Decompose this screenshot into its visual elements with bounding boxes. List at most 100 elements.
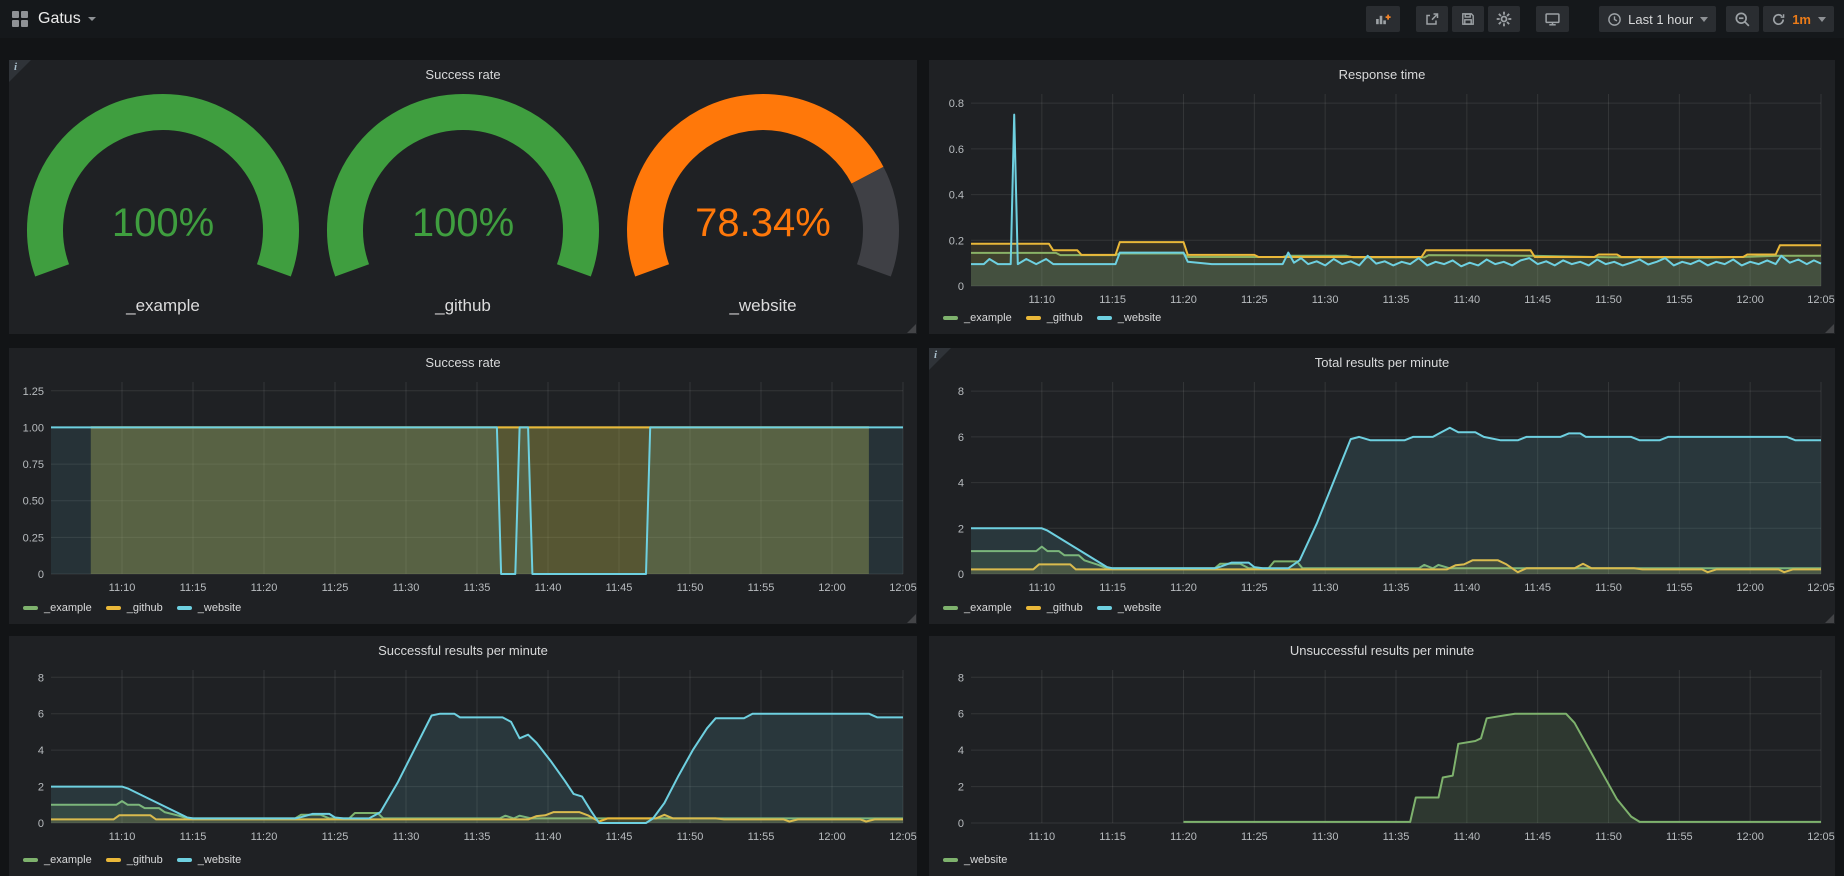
gauge-rest-arc bbox=[868, 175, 881, 270]
dashboard-grid-icon[interactable] bbox=[12, 11, 28, 27]
y-tick-label: 8 bbox=[958, 386, 964, 398]
series-area bbox=[1184, 714, 1822, 823]
y-tick-label: 8 bbox=[958, 672, 964, 684]
response-time-chart[interactable]: 11:1011:1511:2011:2511:3011:3511:4011:45… bbox=[929, 60, 1835, 334]
y-tick-label: 6 bbox=[958, 432, 964, 444]
panel-resize-handle[interactable] bbox=[1825, 614, 1834, 623]
y-tick-label: 2 bbox=[958, 782, 964, 794]
panel-successful-results: Successful results per minute 11:1011:15… bbox=[9, 636, 917, 876]
legend-item[interactable]: _example bbox=[23, 602, 92, 614]
series-area bbox=[51, 427, 903, 574]
x-tick-label: 11:40 bbox=[1453, 294, 1480, 306]
legend-item[interactable]: _github bbox=[1026, 312, 1083, 324]
panel-title[interactable]: Success rate bbox=[9, 67, 917, 82]
chevron-down-icon bbox=[1818, 17, 1826, 22]
panel-total-results: i Total results per minute 11:1011:1511:… bbox=[929, 348, 1835, 624]
zoom-out-icon bbox=[1734, 11, 1751, 28]
x-tick-label: 11:50 bbox=[677, 831, 704, 843]
grid-lines bbox=[971, 670, 1821, 823]
x-tick-label: 11:20 bbox=[1170, 294, 1197, 306]
gauge-label: _website bbox=[613, 296, 913, 316]
panel-title[interactable]: Success rate bbox=[9, 355, 917, 370]
legend-item[interactable]: _github bbox=[106, 854, 163, 866]
panel-title[interactable]: Response time bbox=[929, 67, 1835, 82]
info-icon: i bbox=[934, 349, 937, 361]
chart-legend: _example _github _website bbox=[23, 854, 255, 866]
y-tick-label: 4 bbox=[38, 745, 44, 757]
save-button[interactable] bbox=[1452, 6, 1484, 32]
y-tick-label: 0.8 bbox=[949, 98, 964, 110]
tv-mode-button[interactable] bbox=[1536, 6, 1569, 32]
legend-item[interactable]: _example bbox=[943, 312, 1012, 324]
legend-label: _website bbox=[964, 854, 1007, 866]
x-tick-label: 11:15 bbox=[180, 831, 207, 843]
legend-swatch bbox=[106, 858, 121, 862]
legend-swatch bbox=[1097, 606, 1112, 610]
info-icon: i bbox=[14, 61, 17, 73]
x-tick-label: 11:10 bbox=[1028, 294, 1055, 306]
legend-item[interactable]: _website bbox=[177, 854, 241, 866]
x-tick-label: 12:05 bbox=[889, 582, 917, 594]
successful-results-chart[interactable]: 11:1011:1511:2011:2511:3011:3511:4011:45… bbox=[9, 636, 917, 876]
panel-resize-handle[interactable] bbox=[907, 614, 916, 623]
panel-title[interactable]: Unsuccessful results per minute bbox=[929, 643, 1835, 658]
y-tick-label: 2 bbox=[958, 523, 964, 535]
legend-label: _website bbox=[1118, 312, 1161, 324]
x-tick-label: 11:40 bbox=[535, 582, 562, 594]
y-tick-label: 0.6 bbox=[949, 144, 964, 156]
total-results-chart[interactable]: 11:1011:1511:2011:2511:3011:3511:4011:45… bbox=[929, 348, 1835, 624]
legend-item[interactable]: _github bbox=[106, 602, 163, 614]
panel-info-corner[interactable] bbox=[9, 60, 31, 82]
refresh-picker[interactable]: 1m bbox=[1763, 6, 1834, 32]
refresh-interval-label: 1m bbox=[1792, 12, 1811, 27]
legend-item[interactable]: _example bbox=[943, 602, 1012, 614]
clock-icon bbox=[1607, 12, 1622, 27]
x-tick-label: 11:50 bbox=[1595, 294, 1622, 306]
x-tick-label: 12:00 bbox=[1736, 294, 1764, 306]
share-button[interactable] bbox=[1416, 6, 1448, 32]
gauge-label: _example bbox=[13, 296, 313, 316]
x-tick-label: 11:30 bbox=[1312, 831, 1339, 843]
legend-item[interactable]: _website bbox=[177, 602, 241, 614]
panel-resize-handle[interactable] bbox=[1825, 324, 1834, 333]
gauge-value: 100% bbox=[112, 201, 214, 245]
x-tick-label: 12:00 bbox=[818, 831, 846, 843]
x-tick-label: 11:55 bbox=[748, 582, 775, 594]
gauge-label: _github bbox=[313, 296, 613, 316]
x-tick-label: 11:35 bbox=[1383, 831, 1410, 843]
chart-legend: _example _github _website bbox=[943, 602, 1175, 614]
success-rate-chart[interactable]: 11:1011:1511:2011:2511:3011:3511:4011:45… bbox=[9, 348, 917, 624]
panel-info-corner[interactable] bbox=[929, 348, 951, 370]
time-range-picker[interactable]: Last 1 hour bbox=[1599, 6, 1716, 32]
series-area bbox=[51, 714, 903, 823]
panel-title[interactable]: Total results per minute bbox=[929, 355, 1835, 370]
y-tick-label: 8 bbox=[38, 672, 44, 684]
series-area bbox=[971, 428, 1821, 574]
x-tick-label: 11:25 bbox=[322, 831, 349, 843]
panel-title[interactable]: Successful results per minute bbox=[9, 643, 917, 658]
gauge-value-arc bbox=[45, 112, 281, 270]
dashboard-title-dropdown[interactable]: Gatus bbox=[38, 10, 96, 28]
legend-label: _github bbox=[127, 602, 163, 614]
x-tick-label: 11:40 bbox=[1453, 582, 1480, 594]
x-tick-label: 11:45 bbox=[606, 582, 633, 594]
unsuccessful-results-chart[interactable]: 11:1011:1511:2011:2511:3011:3511:4011:45… bbox=[929, 636, 1835, 876]
x-tick-label: 11:50 bbox=[1595, 831, 1622, 843]
x-tick-label: 12:00 bbox=[1736, 582, 1764, 594]
x-tick-label: 12:00 bbox=[818, 582, 846, 594]
add-panel-button[interactable] bbox=[1366, 6, 1400, 32]
x-tick-label: 12:05 bbox=[1807, 831, 1835, 843]
legend-item[interactable]: _website bbox=[943, 854, 1007, 866]
x-tick-label: 11:30 bbox=[393, 582, 420, 594]
legend-item[interactable]: _github bbox=[1026, 602, 1083, 614]
add-panel-icon bbox=[1374, 11, 1392, 27]
legend-item[interactable]: _website bbox=[1097, 312, 1161, 324]
zoom-out-button[interactable] bbox=[1726, 6, 1759, 32]
settings-button[interactable] bbox=[1488, 6, 1520, 32]
panel-resize-handle[interactable] bbox=[907, 324, 916, 333]
legend-item[interactable]: _website bbox=[1097, 602, 1161, 614]
x-tick-label: 11:15 bbox=[180, 582, 207, 594]
legend-item[interactable]: _example bbox=[23, 854, 92, 866]
x-tick-label: 11:55 bbox=[1666, 294, 1693, 306]
time-range-label: Last 1 hour bbox=[1628, 12, 1693, 27]
